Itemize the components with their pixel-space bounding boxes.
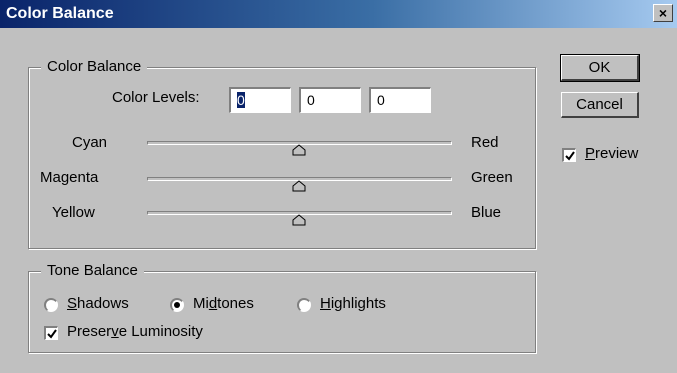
level-field-magenta-green[interactable]: 0 xyxy=(299,87,361,113)
title-bar: Color Balance × xyxy=(0,0,677,28)
slider-right-label-blue: Blue xyxy=(471,204,502,221)
preview-label: Preview xyxy=(585,145,639,162)
tone-balance-group-label: Tone Balance xyxy=(41,262,144,279)
midtones-radio[interactable] xyxy=(170,298,184,312)
shadows-radio[interactable] xyxy=(44,298,58,312)
highlights-radio[interactable] xyxy=(297,298,311,312)
color-levels-label: Color Levels: xyxy=(112,89,200,106)
close-icon: × xyxy=(658,5,668,21)
yellow-blue-slider-thumb[interactable] xyxy=(292,213,306,226)
preserve-luminosity-label: Preserve Luminosity xyxy=(67,323,203,340)
window-title: Color Balance xyxy=(6,5,114,22)
preview-checkbox[interactable] xyxy=(562,148,576,162)
cyan-red-slider-thumb[interactable] xyxy=(292,143,306,156)
tone-balance-group: Tone Balance xyxy=(28,262,536,353)
slider-right-label-red: Red xyxy=(471,134,499,151)
color-balance-group-label: Color Balance xyxy=(41,58,148,75)
slider-left-label-yellow: Yellow xyxy=(52,204,95,221)
midtones-label: Midtones xyxy=(193,295,254,312)
slider-left-label-cyan: Cyan xyxy=(72,134,108,151)
magenta-green-slider-thumb[interactable] xyxy=(292,179,306,192)
preserve-luminosity-checkbox[interactable] xyxy=(44,326,58,340)
checkmark-icon xyxy=(565,151,575,161)
checkmark-icon xyxy=(47,329,57,339)
shadows-label: Shadows xyxy=(67,295,129,312)
radio-selected-dot xyxy=(174,302,180,308)
close-button[interactable]: × xyxy=(653,4,673,22)
cancel-button[interactable]: Cancel xyxy=(561,92,639,118)
ok-button[interactable]: OK xyxy=(560,54,640,82)
level-field-yellow-blue[interactable]: 0 xyxy=(369,87,431,113)
slider-right-label-green: Green xyxy=(471,169,513,186)
slider-left-label-magenta: Magenta xyxy=(40,169,99,186)
level-field-cyan-red[interactable]: 0 xyxy=(229,87,291,113)
highlights-label: Highlights xyxy=(320,295,386,312)
